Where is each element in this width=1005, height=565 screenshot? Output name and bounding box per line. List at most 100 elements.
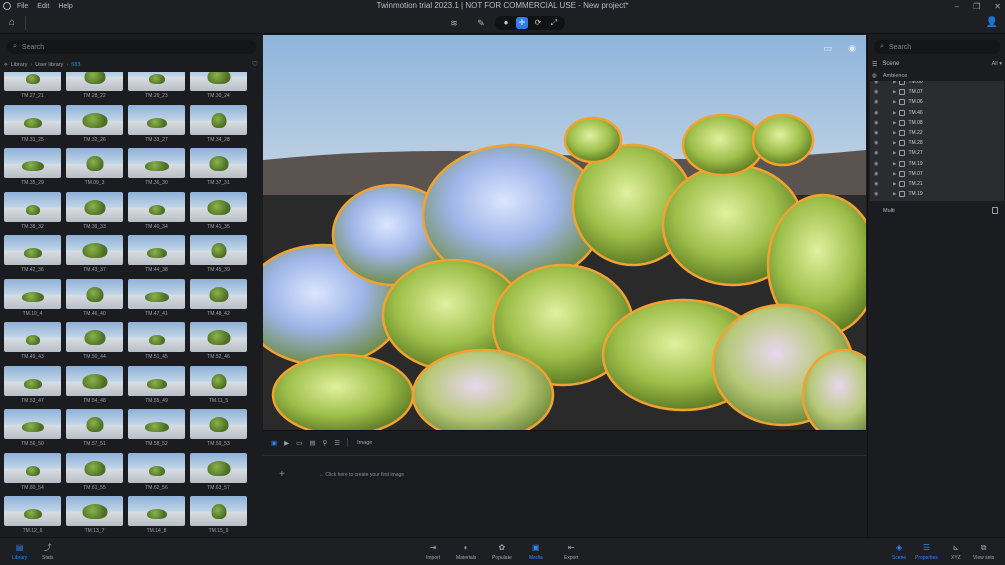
home-icon[interactable]: ⌂	[6, 17, 18, 29]
visibility-eye-icon[interactable]: ◉	[874, 81, 884, 85]
menu-file[interactable]: File	[17, 3, 28, 10]
stats-button[interactable]: ⤴ Stats	[42, 543, 53, 561]
library-item[interactable]: TM.58_52	[128, 409, 185, 453]
3d-viewport[interactable]: ▭ ◉	[263, 35, 866, 430]
expand-caret-icon[interactable]: ▶	[893, 99, 896, 105]
visibility-eye-icon[interactable]: ◉	[874, 89, 884, 95]
properties-button[interactable]: ☰ Properties	[915, 543, 938, 561]
library-item[interactable]: TM.60_54	[4, 452, 61, 497]
library-item[interactable]: TM.56_50	[4, 409, 61, 453]
library-item[interactable]: TM.59_53	[190, 409, 247, 453]
library-item[interactable]: TM.30_24	[190, 72, 247, 105]
library-item[interactable]: TM.48_42	[190, 278, 247, 323]
library-item[interactable]: TM.29_23	[128, 72, 185, 105]
restore-icon[interactable]: ❐	[973, 2, 980, 11]
scene-tree-item[interactable]: ◉ ▶ TM.46	[870, 108, 1004, 118]
video-tab-icon[interactable]: ▶	[284, 439, 289, 447]
add-media-plus-icon[interactable]: +	[279, 469, 285, 480]
expand-caret-icon[interactable]: ▶	[893, 130, 896, 136]
library-item[interactable]: TM.28_22	[66, 72, 123, 105]
presentation-tab-icon[interactable]: ☰	[334, 439, 340, 447]
scene-search-input[interactable]: ⌕ Search	[874, 40, 1000, 54]
menu-edit[interactable]: Edit	[37, 3, 49, 10]
library-item[interactable]: TM.46_40	[66, 278, 123, 323]
import-button[interactable]: ⇥ Import	[426, 543, 440, 561]
scene-tree-item[interactable]: ◉ ▶ TM.19	[870, 159, 1004, 169]
favorite-heart-icon[interactable]: ♡	[252, 60, 258, 68]
breadcrumb-library[interactable]: Library	[11, 62, 28, 68]
ambience-row[interactable]: ◍ Ambience	[872, 73, 907, 79]
library-item[interactable]: TM.31_25	[4, 104, 61, 149]
library-item[interactable]: TM.12_6	[4, 496, 61, 537]
close-icon[interactable]: ✕	[994, 2, 1001, 11]
create-image-hint[interactable]: ← Click here to create your first image	[319, 472, 404, 478]
library-item[interactable]: TM.55_49	[128, 365, 185, 410]
library-item[interactable]: TM.36_30	[128, 148, 185, 192]
menu-help[interactable]: Help	[58, 3, 72, 10]
library-item[interactable]: TM.49_43	[4, 322, 61, 366]
visibility-eye-icon[interactable]: ◉	[874, 99, 884, 105]
layers-icon[interactable]: ≋	[448, 17, 460, 29]
expand-caret-icon[interactable]: ▶	[893, 81, 896, 85]
expand-caret-icon[interactable]: ▶	[893, 110, 896, 116]
export-button[interactable]: ⇤ Export	[564, 543, 578, 561]
library-item[interactable]: TM.43_37	[66, 235, 123, 279]
library-item[interactable]: TM.61_55	[66, 452, 123, 497]
image-tab-icon[interactable]: ▣	[271, 439, 277, 447]
library-item[interactable]: TM.11_5	[190, 365, 247, 410]
scene-tree-item[interactable]: ◉ ▶ TM.28	[870, 138, 1004, 148]
expand-caret-icon[interactable]: ▶	[893, 140, 896, 146]
scene-tree-item[interactable]: ◉ ▶ TM.08	[870, 118, 1004, 128]
visibility-eye-icon[interactable]: ◉	[874, 191, 884, 197]
move-tool-icon[interactable]: ✛	[516, 17, 528, 29]
library-item[interactable]: TM.38_32	[4, 191, 61, 236]
library-item[interactable]: TM.63_57	[190, 452, 247, 497]
expand-caret-icon[interactable]: ▶	[893, 181, 896, 187]
visibility-eye-icon[interactable]: ◉	[874, 140, 884, 146]
populate-button[interactable]: ✿ Populate	[492, 543, 512, 561]
visibility-eye-icon[interactable]: ◉	[874, 110, 884, 116]
view-eye-icon[interactable]: ◉	[848, 43, 856, 54]
library-item[interactable]: TM.14_8	[128, 496, 185, 537]
library-item[interactable]: TM.40_34	[128, 191, 185, 236]
expand-caret-icon[interactable]: ▶	[893, 89, 896, 95]
scene-tree-item[interactable]: ◉ ▶ TM.07	[870, 87, 1004, 97]
scale-tool-icon[interactable]: ⤢	[548, 17, 560, 29]
minimize-icon[interactable]: –	[955, 2, 959, 11]
library-item[interactable]: TM.50_44	[66, 322, 123, 366]
view-sets-button[interactable]: ⧉ View sets	[973, 543, 994, 561]
library-item[interactable]: TM.53_47	[4, 365, 61, 410]
visibility-eye-icon[interactable]: ◉	[874, 181, 884, 187]
scene-tree-item[interactable]: ◉ ▶ TM.27	[870, 148, 1004, 158]
library-item[interactable]: TM.42_36	[4, 235, 61, 279]
library-search-input[interactable]: ⌕ Search	[7, 40, 256, 54]
materials-button[interactable]: ◐ Materials	[456, 543, 476, 561]
scene-tree-item[interactable]: ◉ ▶ TM.22	[870, 128, 1004, 138]
panorama-tab-icon[interactable]: ▭	[296, 439, 302, 447]
library-item[interactable]: TM.54_48	[66, 365, 123, 410]
panel-toggle-icon[interactable]: ▭	[824, 43, 833, 54]
scene-tree-item[interactable]: ◉ ▶ TM.19	[870, 189, 1004, 199]
library-item[interactable]: TM.13_7	[66, 496, 123, 537]
library-button[interactable]: ▤ Library	[12, 543, 27, 561]
library-item[interactable]: TM.33_27	[128, 104, 185, 149]
user-icon[interactable]: 👤	[986, 17, 998, 28]
library-item[interactable]: TM.32_26	[66, 104, 123, 149]
visibility-eye-icon[interactable]: ◉	[874, 161, 884, 167]
phasing-tab-icon[interactable]: ⚲	[322, 439, 327, 447]
xyz-button[interactable]: ⊾ XYZ	[951, 543, 961, 561]
select-tool-icon[interactable]: ●	[500, 17, 512, 29]
library-item[interactable]: TM.47_41	[128, 278, 185, 323]
library-item[interactable]: TM.27_21	[4, 72, 61, 105]
expand-caret-icon[interactable]: ▶	[893, 171, 896, 177]
expand-caret-icon[interactable]: ▶	[893, 161, 896, 167]
pick-tool-icon[interactable]: ✎	[475, 17, 487, 29]
library-item[interactable]: TM.15_9	[190, 496, 247, 537]
scene-tree-item[interactable]: ◉ ▶ TM.21	[870, 179, 1004, 189]
visibility-eye-icon[interactable]: ◉	[874, 150, 884, 156]
library-item[interactable]: TM.35_29	[4, 148, 61, 192]
multi-panel-icon[interactable]	[992, 207, 998, 214]
library-item[interactable]: TM.57_51	[66, 409, 123, 453]
expand-caret-icon[interactable]: ▶	[893, 150, 896, 156]
expand-caret-icon[interactable]: ▶	[893, 120, 896, 126]
